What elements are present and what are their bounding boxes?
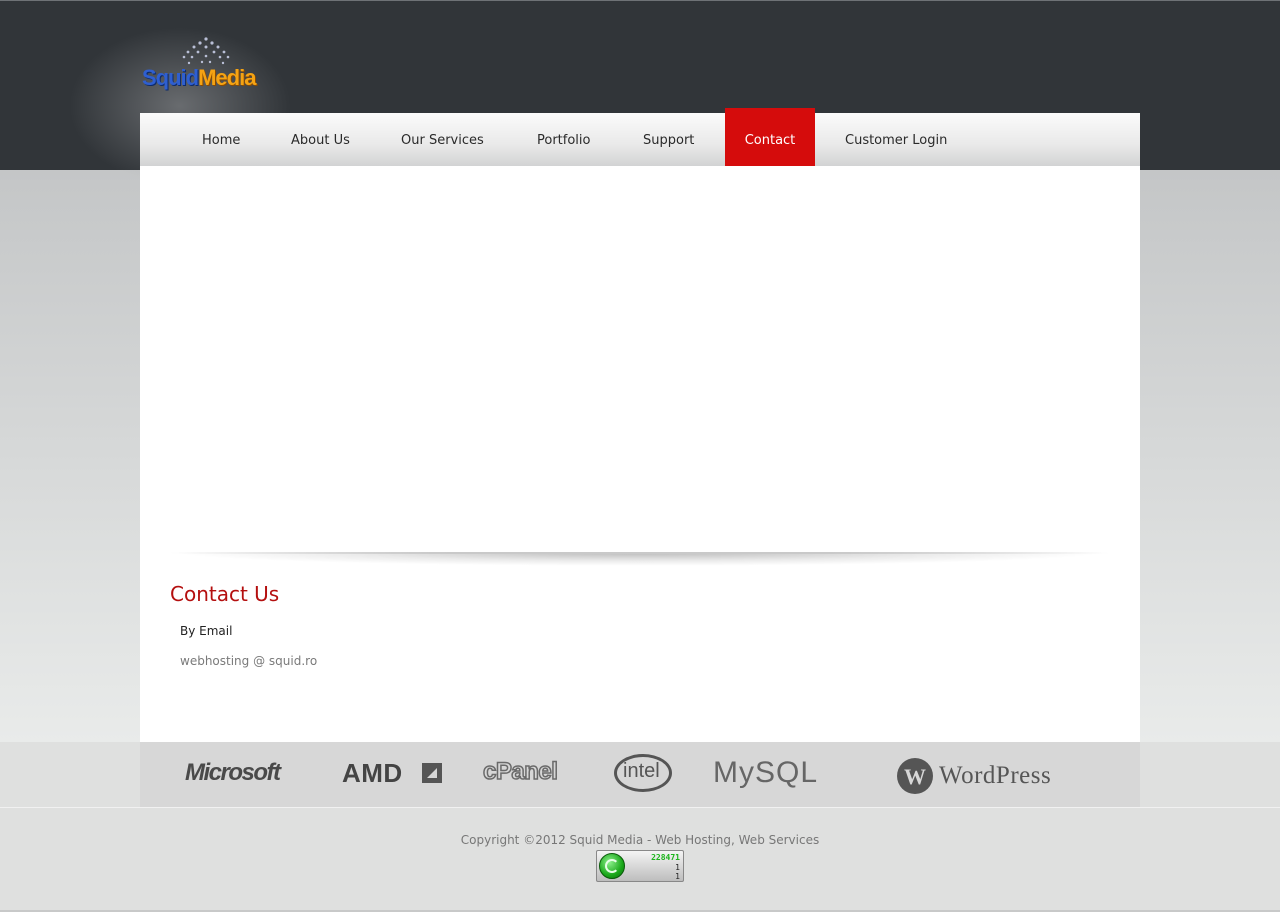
mysql-logo: MySQL (713, 756, 819, 789)
main-nav: Home About Us Our Services Portfolio Sup… (140, 108, 1140, 166)
logo-burst-icon (182, 37, 230, 65)
visitor-counter-badge[interactable]: 228471 1 1 (596, 850, 684, 882)
wordpress-logo: WordPress (939, 762, 1052, 789)
amd-arrow-icon (422, 763, 442, 783)
counter-line-2: 1 (675, 863, 680, 872)
wordpress-icon (897, 758, 933, 794)
by-email-label: By Email (180, 624, 233, 638)
copyright-text: Copyright ©2012 Squid Media - Web Hostin… (460, 833, 820, 847)
nav-item-home[interactable]: Home (202, 113, 240, 166)
logo-wordmark: SquidMedia (142, 65, 256, 91)
nav-item-about-us[interactable]: About Us (291, 113, 350, 166)
nav-item-portfolio[interactable]: Portfolio (537, 113, 590, 166)
section-divider (170, 552, 1110, 566)
counter-total: 228471 (651, 853, 680, 862)
main-content: Contact Us By Email webhosting @ squid.r… (140, 166, 1140, 742)
site-logo[interactable]: SquidMedia (142, 35, 264, 95)
partner-logos: Microsoft AMD cPanel intel MySQL WordPre… (140, 742, 1140, 807)
logo-squid-text: Squid (142, 65, 199, 90)
nav-item-customer-login[interactable]: Customer Login (845, 113, 947, 166)
nav-item-support[interactable]: Support (643, 113, 694, 166)
footer-divider (0, 807, 1280, 808)
counter-logo-icon (599, 853, 625, 879)
contact-email[interactable]: webhosting @ squid.ro (180, 654, 317, 668)
nav-item-contact[interactable]: Contact (725, 108, 815, 166)
contact-title: Contact Us (170, 582, 280, 606)
logo-media-text: Media (198, 65, 256, 90)
amd-logo: AMD (342, 758, 403, 788)
microsoft-logo: Microsoft (185, 759, 281, 786)
nav-item-our-services[interactable]: Our Services (401, 113, 484, 166)
counter-line-3: 1 (675, 872, 680, 881)
cpanel-logo: cPanel (482, 757, 558, 786)
intel-logo: intel (623, 760, 660, 782)
